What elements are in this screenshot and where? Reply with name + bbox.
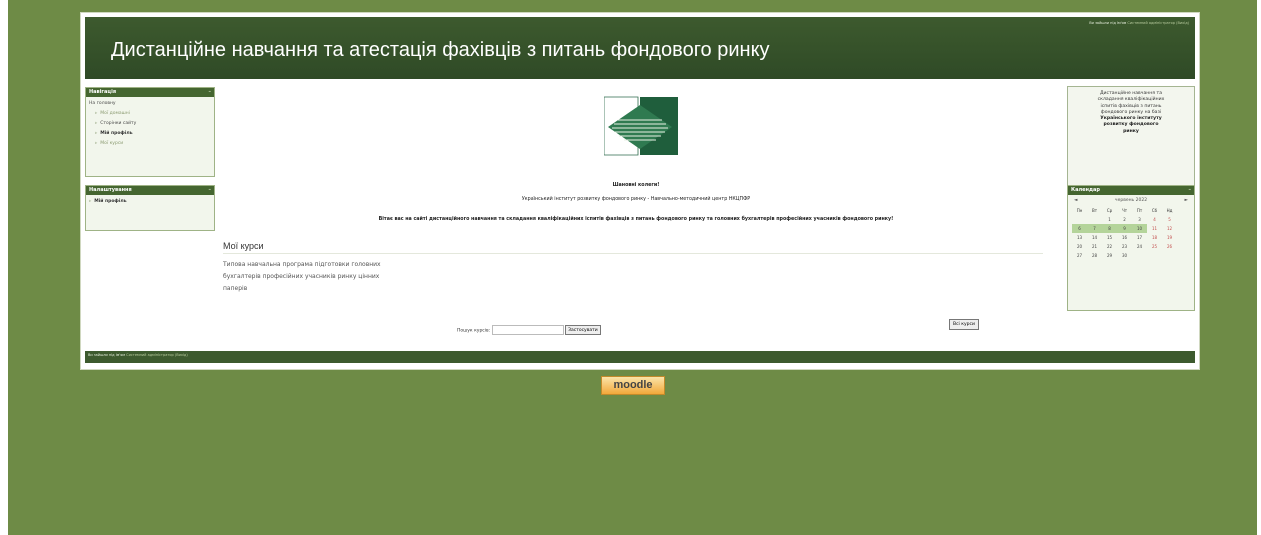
- calendar-month-label[interactable]: червень 2022: [1115, 198, 1147, 203]
- calendar-month-nav: ◄ червень 2022 ►: [1068, 195, 1194, 206]
- nav-item-my-profile[interactable]: ▹ Мій профіль: [89, 129, 211, 139]
- moodle-logo-text: moodle: [613, 379, 653, 391]
- search-label: Пошук курсів:: [457, 328, 491, 334]
- course-search: Пошук курсів: Застосувати: [457, 325, 601, 335]
- navigation-block: Навігація – На головну ▹ Мої домашні ▹ Сто…: [85, 87, 215, 177]
- triangle-icon: ▹: [89, 199, 92, 204]
- header: Ви зайшли під ім'ям Системний адміністра…: [85, 17, 1195, 79]
- settings-item-my-profile[interactable]: ▹ Мій профіль: [89, 197, 211, 207]
- login-user-link[interactable]: Системний адміністратор (Вихід): [1127, 21, 1189, 25]
- nav-item-site-pages[interactable]: ▹ Сторінки сайту: [89, 119, 211, 129]
- collapse-icon[interactable]: –: [1189, 186, 1192, 195]
- institute-logo: [604, 93, 678, 157]
- search-button[interactable]: Застосувати: [565, 325, 601, 335]
- navigation-block-title: Навігація –: [86, 88, 214, 97]
- collapse-icon[interactable]: –: [209, 88, 212, 97]
- login-user-link[interactable]: Системний адміністратор (Вихід): [126, 353, 188, 357]
- calendar-week-current: 6 7 8 9 10 11 12: [1072, 224, 1177, 233]
- settings-title-text: Налаштування: [89, 187, 132, 193]
- calendar-week: 13 14 15 16 17 18 19: [1076, 235, 1173, 240]
- nav-item-home[interactable]: На головну: [89, 99, 211, 109]
- info-text: Дистанційне навчання та складання кваліф…: [1097, 91, 1165, 134]
- my-courses-heading: Мої курси: [223, 241, 264, 251]
- institute-text: Український інститут розвитку фондового …: [521, 197, 751, 202]
- nav-item-my-courses[interactable]: ▹ Мої курси: [89, 139, 211, 149]
- settings-block-title: Налаштування –: [86, 186, 214, 195]
- course-link[interactable]: паперів: [223, 285, 247, 292]
- nav-item-my-home[interactable]: ▹ Мої домашні: [89, 109, 211, 119]
- calendar-week: 27 28 29 30: [1076, 253, 1128, 258]
- welcome-text: Вітає вас на сайті дистанційного навчанн…: [378, 217, 894, 222]
- course-link[interactable]: бухгалтерів професійних учасників ринку …: [223, 273, 379, 280]
- calendar-week: 12345: [1108, 217, 1171, 222]
- moodle-logo[interactable]: moodle: [601, 376, 665, 395]
- all-courses-button[interactable]: Всі курси: [949, 319, 979, 330]
- navigation-list: На головну ▹ Мої домашні ▹ Сторінки сайту …: [86, 97, 214, 151]
- settings-block: Налаштування – ▹ Мій профіль: [85, 185, 215, 231]
- course-link[interactable]: Типова навчальна програма підготовки гол…: [223, 261, 381, 268]
- triangle-icon: ▹: [95, 121, 98, 126]
- login-prefix: Ви зайшли під ім'ям: [1089, 21, 1127, 25]
- collapse-icon[interactable]: –: [209, 186, 212, 195]
- navigation-title-text: Навігація: [89, 89, 117, 95]
- site-title: Дистанційне навчання та атестація фахівц…: [111, 39, 770, 61]
- triangle-icon: ▹: [95, 131, 98, 136]
- calendar-block: Календар – ◄ червень 2022 ► Пн Вт Ср Чт Пт Сб…: [1067, 185, 1195, 311]
- footer-bar: Ви зайшли під ім'ям Системний адміністра…: [85, 351, 1195, 363]
- calendar-block-title: Календар –: [1068, 186, 1194, 195]
- triangle-icon: ▹: [95, 141, 98, 146]
- next-month-icon[interactable]: ►: [1185, 198, 1188, 203]
- page-container: Ви зайшли під ім'ям Системний адміністра…: [80, 12, 1200, 370]
- calendar-weekdays: Пн Вт Ср Чт Пт Сб Нд: [1076, 208, 1173, 213]
- calendar-title-text: Календар: [1071, 187, 1100, 193]
- divider: [223, 253, 1043, 254]
- main-content: Шановні колеги! Український інститут роз…: [221, 93, 1051, 335]
- triangle-icon: ▹: [95, 111, 98, 116]
- login-prefix: Ви зайшли під ім'ям: [88, 353, 126, 357]
- settings-list: ▹ Мій профіль: [86, 195, 214, 209]
- calendar-week: 20 21 22 23 24 25 26: [1076, 244, 1173, 249]
- prev-month-icon[interactable]: ◄: [1074, 198, 1077, 203]
- calendar-grid: Пн Вт Ср Чт Пт Сб Нд 12345 6 7 8 9 10 11 12 13 14 15 16…: [1072, 206, 1177, 260]
- header-login-info: Ви зайшли під ім'ям Системний адміністра…: [1089, 21, 1189, 25]
- page-background: Ви зайшли під ім'ям Системний адміністра…: [8, 0, 1257, 535]
- footer-login-info: Ви зайшли під ім'ям Системний адміністра…: [88, 353, 188, 357]
- search-input[interactable]: [491, 325, 564, 335]
- greeting-text: Шановні колеги!: [612, 183, 660, 188]
- info-block: Дистанційне навчання та складання кваліф…: [1067, 86, 1195, 190]
